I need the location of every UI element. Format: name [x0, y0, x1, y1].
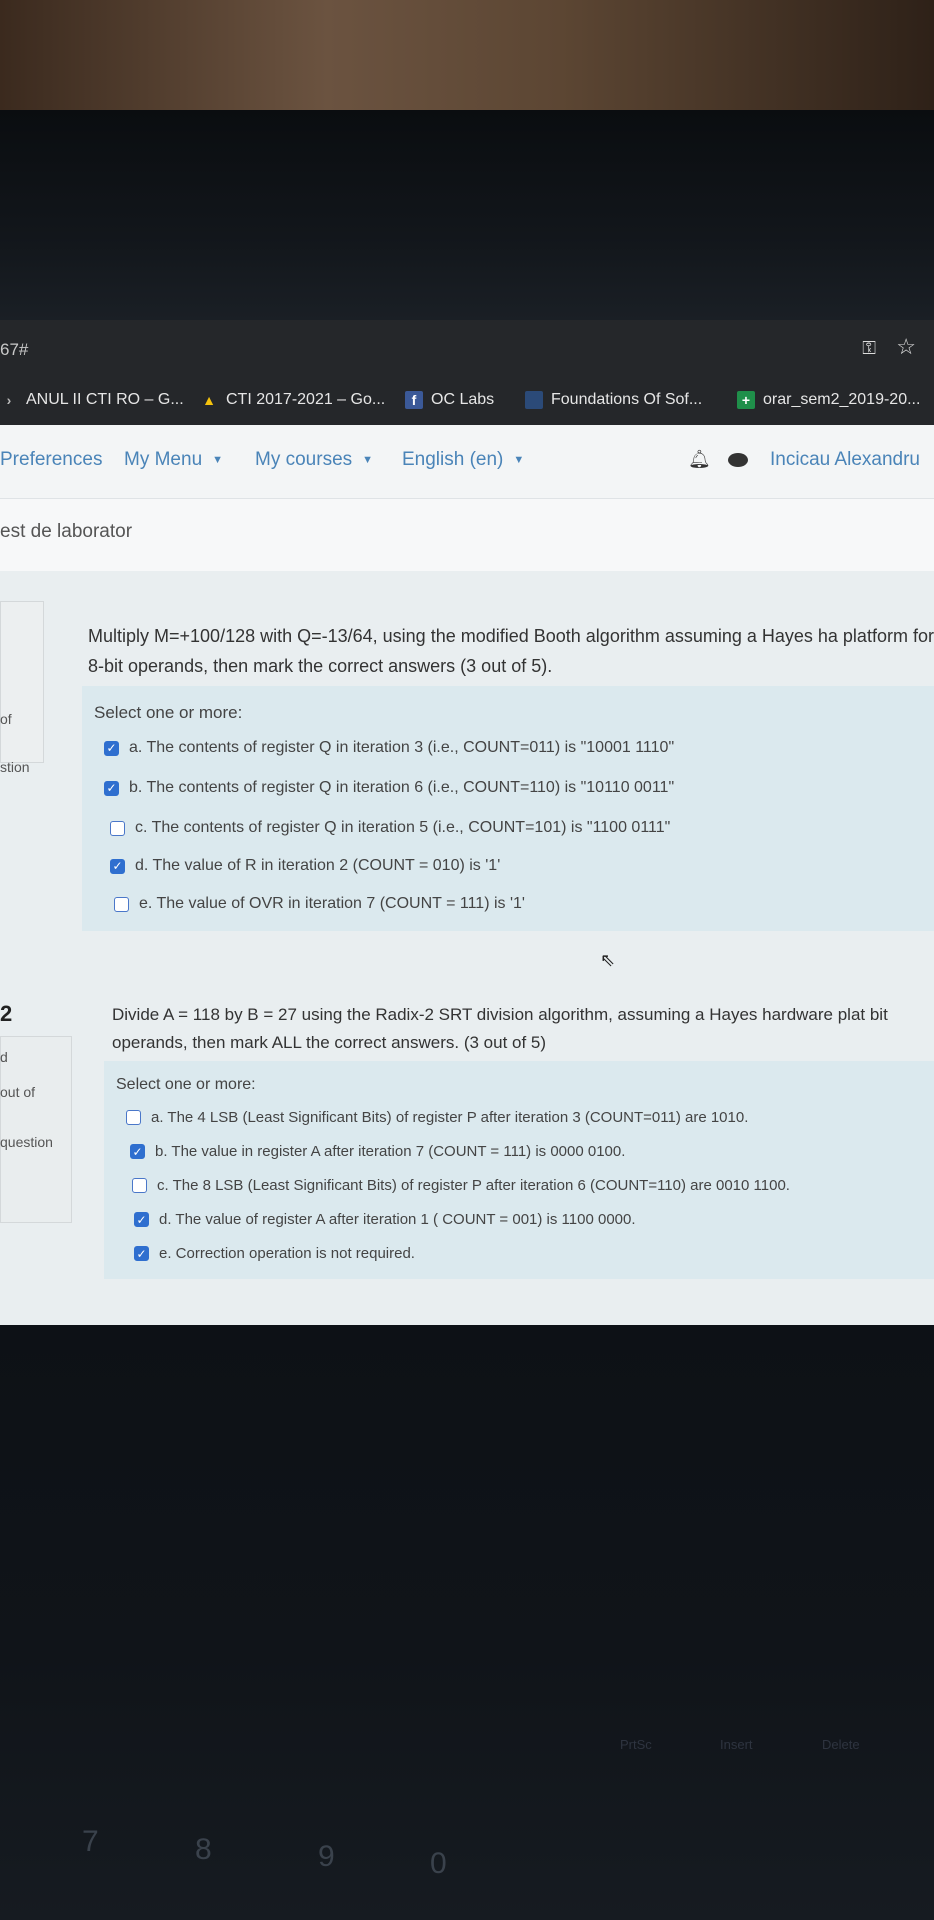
background-wall	[0, 0, 934, 110]
nav-preferences[interactable]: Preferences	[0, 449, 102, 471]
question-info-fragment: out of	[0, 1084, 36, 1100]
answer-option-c[interactable]: c. The 8 LSB (Least Significant Bits) of…	[132, 1177, 790, 1194]
select-label: Select one or more:	[116, 1076, 256, 1093]
breadcrumb-bar: est de laborator	[0, 498, 934, 572]
checkbox[interactable]: ✓	[134, 1212, 149, 1227]
checkbox[interactable]: ✓	[110, 858, 125, 874]
caret-down-icon: ▼	[212, 453, 224, 466]
question-info-fragment: of	[0, 711, 12, 727]
answer-option-e[interactable]: ✓ e. Correction operation is not require…	[134, 1245, 415, 1262]
top-navbar: Preferences My Menu ▼ My courses ▼ English…	[0, 425, 934, 498]
question-info-fragment: d	[0, 1049, 8, 1065]
checkbox[interactable]: ✓	[134, 1246, 149, 1261]
caret-down-icon: ▼	[513, 453, 525, 466]
moodle-page: Preferences My Menu ▼ My courses ▼ English…	[0, 425, 934, 1325]
option-text: e. Correction operation is not required.	[159, 1245, 415, 1262]
nav-language[interactable]: English (en) ▼	[402, 449, 524, 471]
select-label: Select one or more:	[94, 703, 243, 722]
option-text: c. The 8 LSB (Least Significant Bits) of…	[157, 1177, 790, 1194]
bookmark-orar[interactable]: + orar_sem2_2019-20...	[737, 391, 920, 409]
bookmark-cti-2017[interactable]: ▲ CTI 2017-2021 – Go...	[200, 391, 385, 409]
answer-option-b[interactable]: ✓ b. The contents of register Q in itera…	[104, 779, 674, 797]
option-text: e. The value of OVR in iteration 7 (COUN…	[139, 895, 525, 912]
question-number: 2	[0, 1001, 13, 1026]
bookmark-foundations[interactable]: Foundations Of Sof...	[525, 391, 702, 409]
bookmark-oc-labs[interactable]: f OC Labs	[405, 391, 494, 409]
option-text: b. The contents of register Q in iterati…	[129, 779, 675, 796]
question-info-fragment[interactable]: stion	[0, 759, 30, 775]
checkbox[interactable]	[114, 896, 129, 912]
breadcrumb[interactable]: est de laborator	[0, 521, 132, 543]
bell-icon[interactable]: 🔔︎	[688, 449, 711, 470]
answer-option-b[interactable]: ✓ b. The value in register A after itera…	[130, 1143, 625, 1160]
answer-option-d[interactable]: ✓ d. The value of register A after itera…	[134, 1211, 636, 1228]
blue-square-icon	[525, 391, 543, 409]
bookmark-label: ANUL II CTI RO – G...	[26, 391, 184, 408]
bookmark-label: OC Labs	[431, 391, 495, 408]
answer-box: Select one or more: ✓ a. The contents of…	[82, 686, 934, 931]
answer-option-d[interactable]: ✓ d. The value of R in iteration 2 (COUN…	[110, 857, 500, 875]
browser-chrome: 67# ⚿ ☆ › ANUL II CTI RO – G... ▲ CTI 20…	[0, 320, 934, 425]
answer-option-c[interactable]: c. The contents of register Q in iterati…	[110, 819, 670, 837]
question-text: Multiply M=+100/128 with Q=-13/64, using…	[88, 626, 934, 676]
checkbox[interactable]	[110, 820, 125, 836]
checkbox[interactable]: ✓	[130, 1144, 145, 1159]
chat-icon[interactable]	[728, 453, 748, 467]
question-info-box	[0, 601, 44, 763]
checkbox[interactable]	[132, 1178, 147, 1193]
key-7: 7	[82, 1825, 99, 1858]
facebook-icon: f	[405, 391, 423, 409]
nav-my-menu[interactable]: My Menu ▼	[124, 449, 223, 471]
user-name[interactable]: Incicau Alexandru	[770, 449, 920, 471]
checkbox[interactable]: ✓	[104, 740, 119, 756]
nav-label: English (en)	[402, 449, 504, 470]
nav-label: My courses	[255, 449, 353, 470]
key-0: 0	[430, 1847, 447, 1880]
mouse-cursor-icon: ⇖	[600, 950, 616, 970]
key-delete: Delete	[822, 1737, 860, 1752]
answer-option-a[interactable]: a. The 4 LSB (Least Significant Bits) of…	[126, 1109, 748, 1126]
question-text: Divide A = 118 by B = 27 using the Radix…	[112, 1005, 888, 1052]
key-icon[interactable]: ⚿	[862, 338, 876, 359]
option-text: b. The value in register A after iterati…	[155, 1143, 626, 1160]
answer-option-e[interactable]: e. The value of OVR in iteration 7 (COUN…	[114, 895, 525, 913]
checkbox[interactable]	[126, 1110, 141, 1125]
question-info-box	[0, 1036, 72, 1223]
quiz-content: of stion Multiply M=+100/128 with Q=-13/…	[0, 571, 934, 1325]
bookmark-label: CTI 2017-2021 – Go...	[226, 391, 386, 408]
option-text: a. The 4 LSB (Least Significant Bits) of…	[151, 1109, 749, 1126]
google-drive-icon: ▲	[202, 392, 216, 408]
checkbox[interactable]: ✓	[104, 780, 119, 796]
monitor-bezel	[0, 110, 934, 320]
option-text: d. The value of register A after iterati…	[159, 1211, 636, 1228]
bookmarks-bar: › ANUL II CTI RO – G... ▲ CTI 2017-2021 …	[0, 380, 934, 420]
sheets-plus-icon: +	[737, 391, 755, 409]
question-info-fragment[interactable]: question	[0, 1134, 53, 1150]
bookmark-anul-ii[interactable]: › ANUL II CTI RO – G...	[0, 391, 184, 409]
key-8: 8	[195, 1833, 212, 1866]
option-text: c. The contents of register Q in iterati…	[135, 819, 671, 836]
bookmark-label: Foundations Of Sof...	[551, 391, 703, 408]
key-prtsc: PrtSc	[620, 1737, 652, 1752]
nav-label: My Menu	[124, 449, 203, 470]
option-text: a. The contents of register Q in iterati…	[129, 739, 675, 756]
answer-box: Select one or more: a. The 4 LSB (Least …	[104, 1061, 934, 1279]
url-bar[interactable]: 67#	[0, 340, 28, 360]
nav-my-courses[interactable]: My courses ▼	[255, 449, 373, 471]
bookmark-star-icon[interactable]: ☆	[896, 334, 916, 360]
answer-option-a[interactable]: ✓ a. The contents of register Q in itera…	[104, 739, 674, 757]
caret-down-icon: ▼	[362, 453, 374, 466]
key-9: 9	[318, 1840, 335, 1873]
laptop-keyboard: PrtSc Insert Delete 7 8 9 0	[0, 1325, 934, 1920]
bookmark-label: orar_sem2_2019-20...	[763, 391, 921, 408]
option-text: d. The value of R in iteration 2 (COUNT …	[135, 857, 501, 874]
folder-icon: ›	[6, 392, 12, 408]
key-insert: Insert	[720, 1737, 753, 1752]
